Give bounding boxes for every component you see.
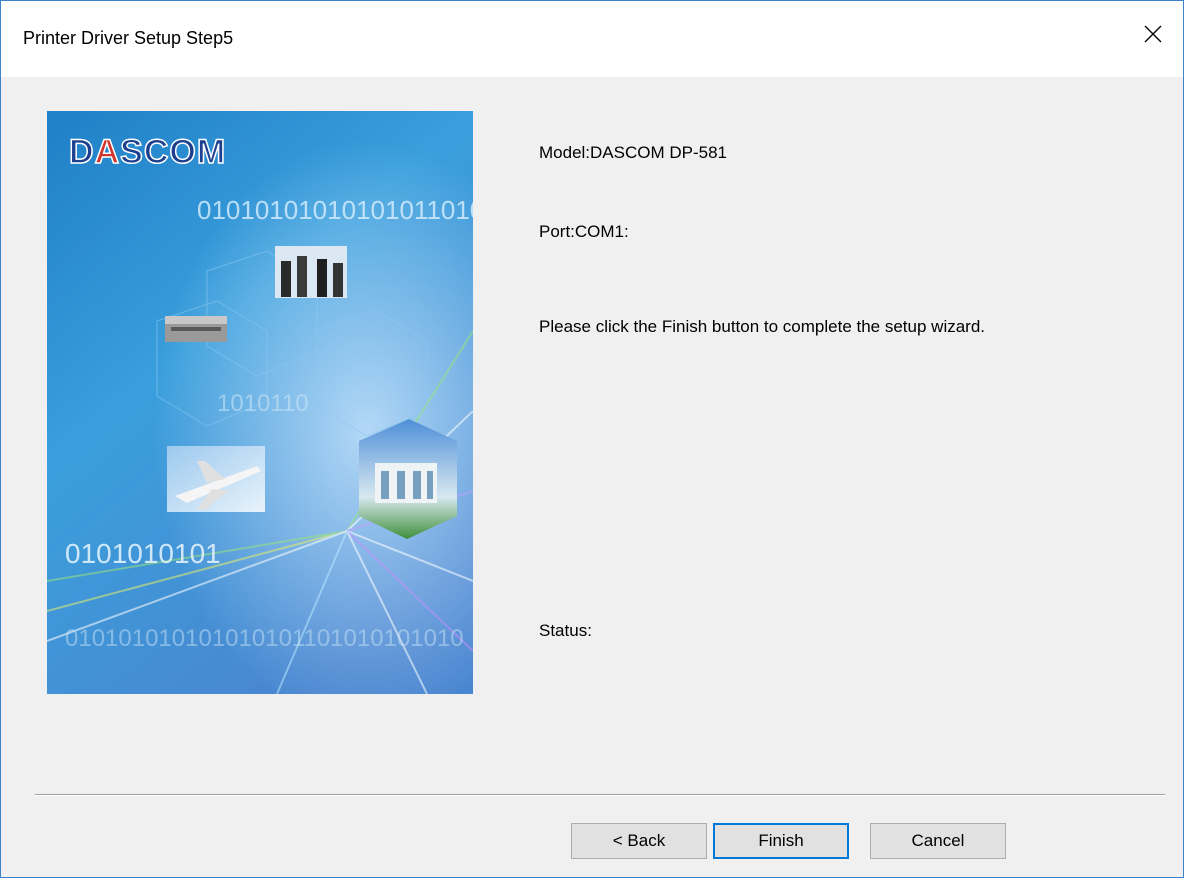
close-button[interactable] — [1123, 1, 1183, 67]
setup-wizard-window: Printer Driver Setup Step5 DASCOM 010101… — [0, 0, 1184, 878]
close-icon — [1144, 25, 1162, 43]
binary-text-top: 0101010101010101101011101 — [197, 195, 473, 225]
cancel-button[interactable]: Cancel — [870, 823, 1006, 859]
dascom-logo: DASCOM — [69, 133, 226, 171]
title-bar: Printer Driver Setup Step5 — [1, 1, 1183, 77]
binary-text-bottom-left: 0101010101 — [65, 538, 221, 569]
binary-text-mid: 1010110 — [217, 390, 309, 417]
airplane-photo — [167, 446, 265, 512]
model-label: Model:DASCOM DP-581 — [539, 143, 728, 162]
port-label: Port:COM1: — [539, 222, 629, 241]
building-photo — [359, 419, 457, 539]
binary-text-bottom: 010101010101010101101010101010 — [65, 625, 464, 652]
finish-button[interactable]: Finish — [713, 823, 849, 859]
footer-divider — [35, 794, 1165, 796]
business-handshake-photo — [275, 246, 347, 298]
back-button[interactable]: < Back — [571, 823, 707, 859]
finish-instruction-text: Please click the Finish button to comple… — [539, 317, 986, 336]
dascom-banner-image: DASCOM 0101010101010101101011101 1010110… — [47, 111, 473, 694]
window-title: Printer Driver Setup Step5 — [23, 28, 234, 48]
status-label: Status: — [539, 621, 592, 640]
printer-photo — [165, 316, 227, 342]
